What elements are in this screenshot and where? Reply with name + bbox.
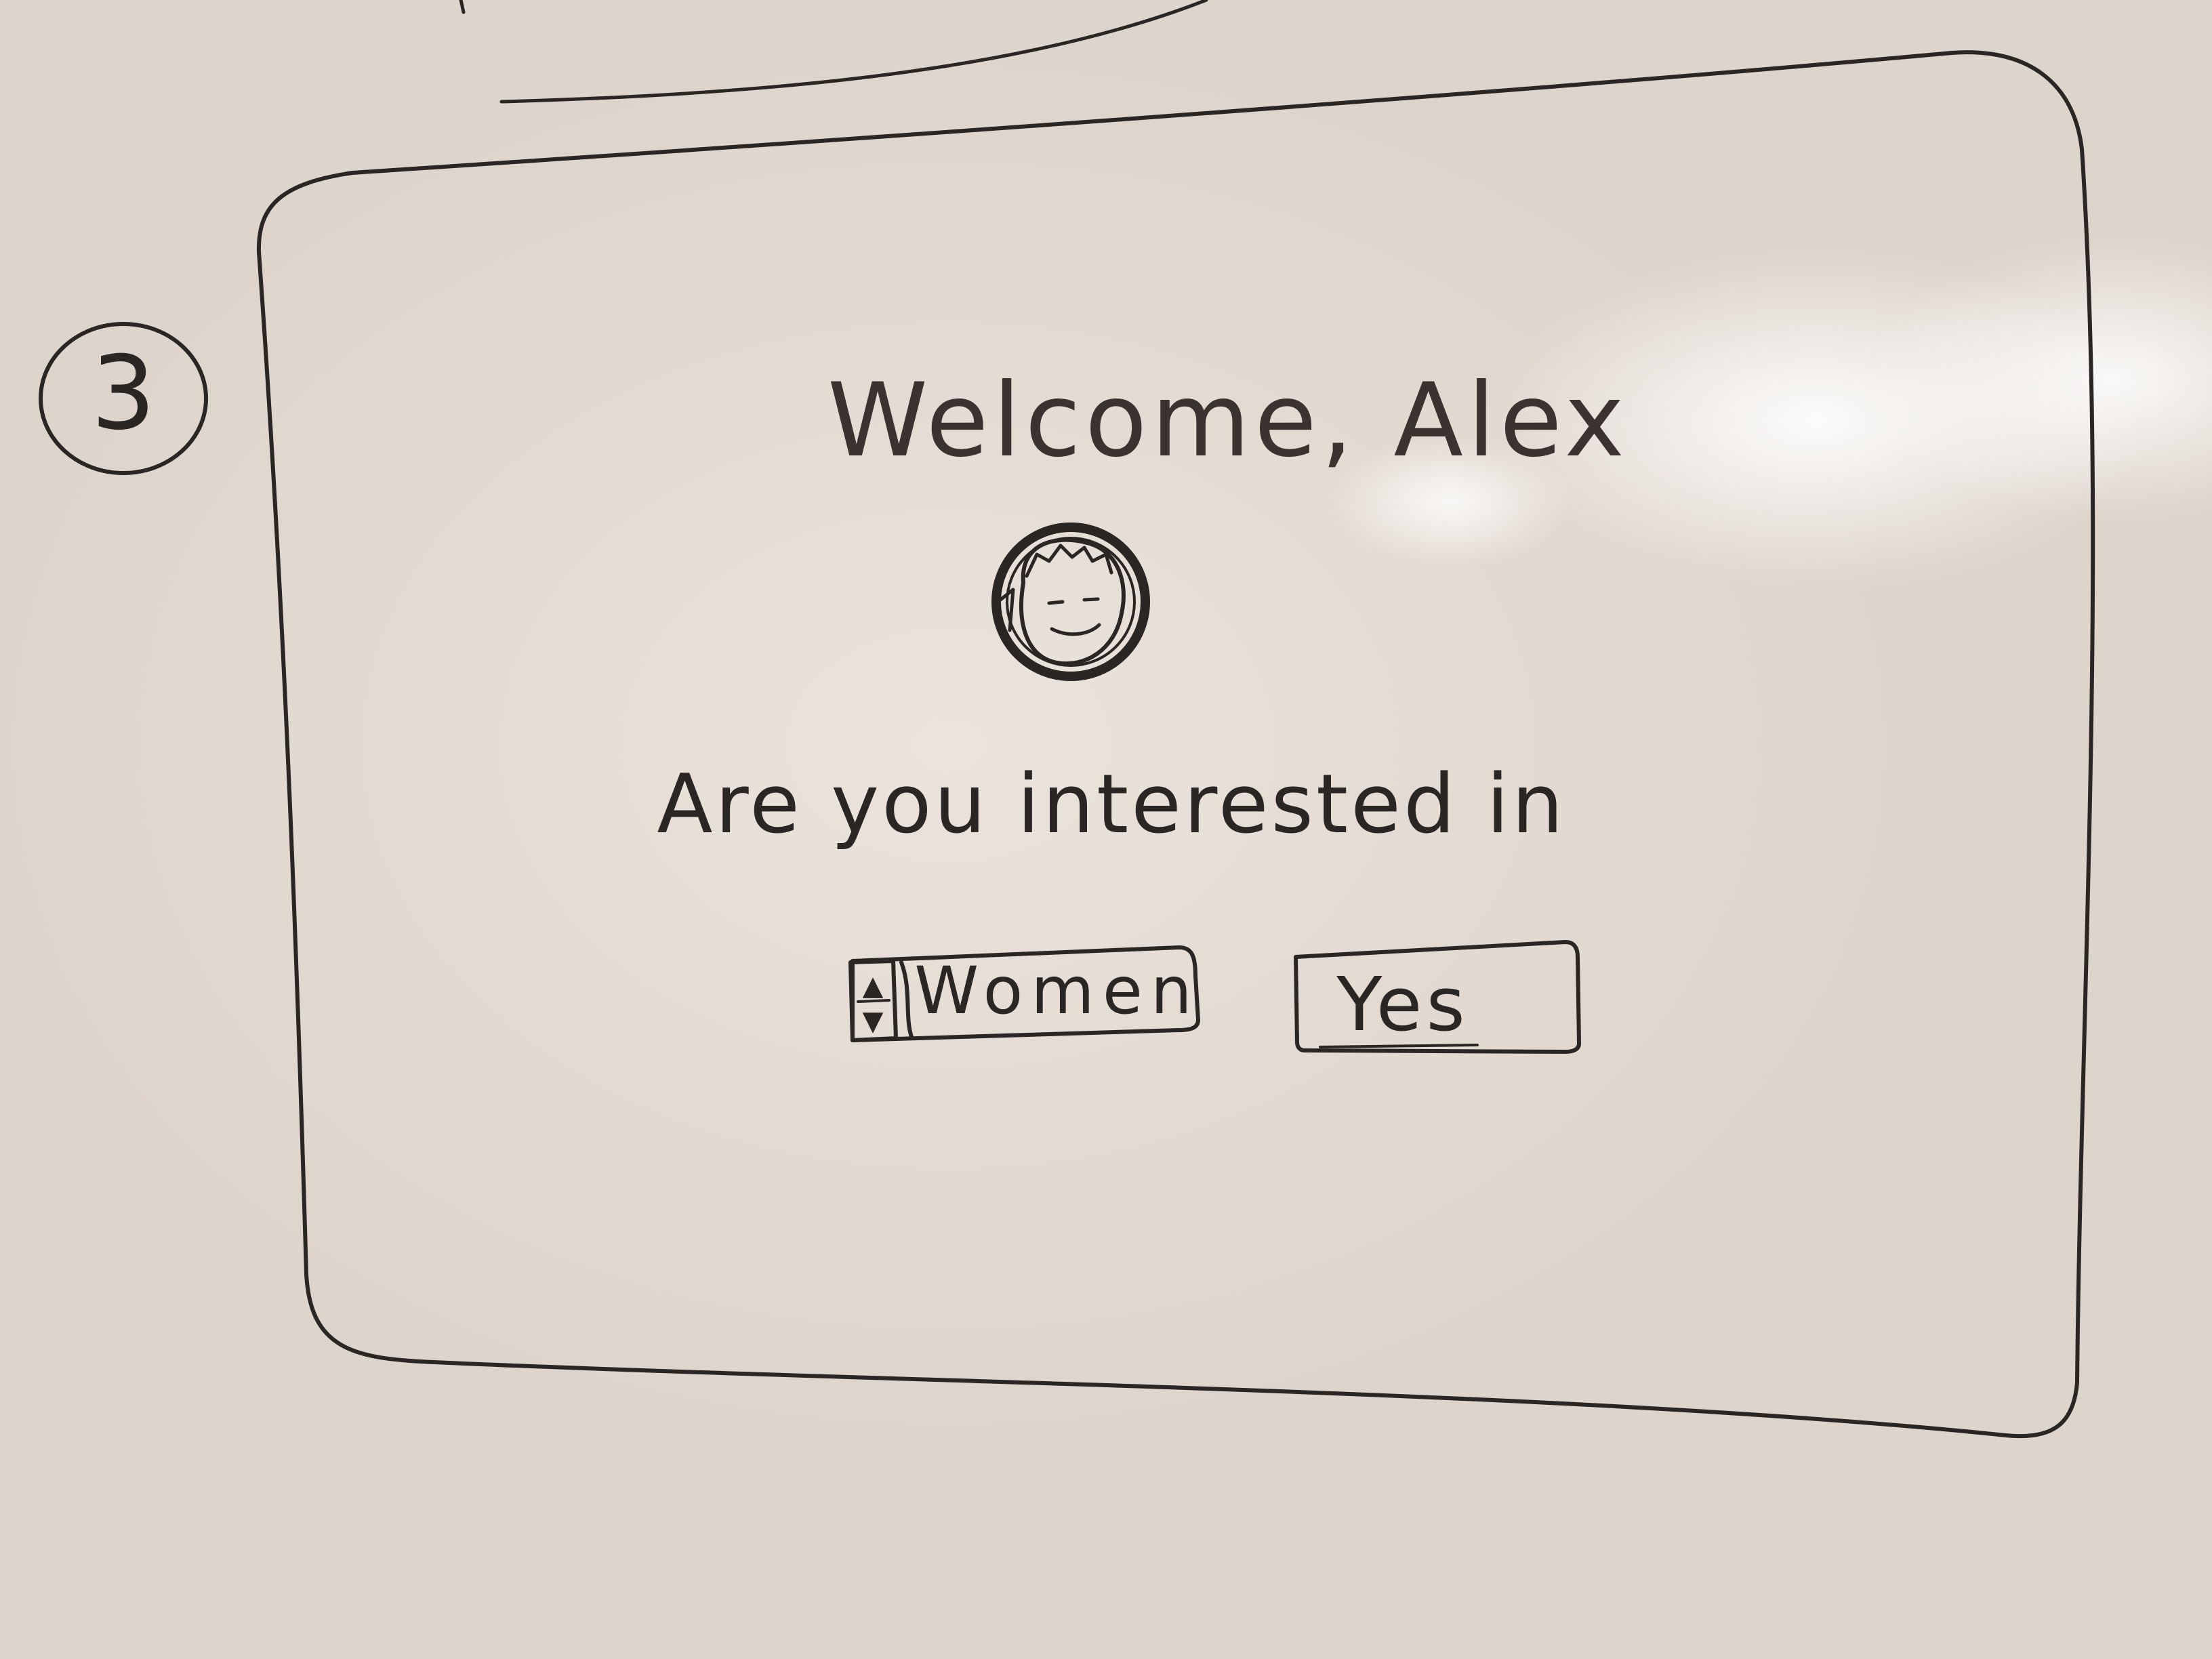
- avatar: [991, 523, 1150, 681]
- screen-frame: [256, 50, 2095, 1439]
- stepper-up-icon[interactable]: ▲: [863, 970, 884, 1002]
- interest-select[interactable]: ▲ ▼ Women: [848, 945, 1200, 1042]
- stepper-down-icon[interactable]: ▼: [863, 1006, 884, 1037]
- step-marker-number: 3: [91, 335, 155, 453]
- yes-button[interactable]: Yes: [1294, 940, 1581, 1054]
- yes-button-label[interactable]: Yes: [1336, 961, 1469, 1048]
- wireframe-sketch: 3 Welcome, Alex Are you interested in ▲ …: [39, 0, 2095, 1439]
- interest-select-value: Women: [914, 953, 1200, 1029]
- stepper[interactable]: ▲ ▼: [857, 970, 890, 1037]
- question-text: Are you interested in: [657, 758, 1565, 852]
- previous-frame-edge: [459, 0, 1208, 104]
- step-marker: 3: [39, 322, 208, 475]
- welcome-heading: Welcome, Alex: [827, 362, 1629, 480]
